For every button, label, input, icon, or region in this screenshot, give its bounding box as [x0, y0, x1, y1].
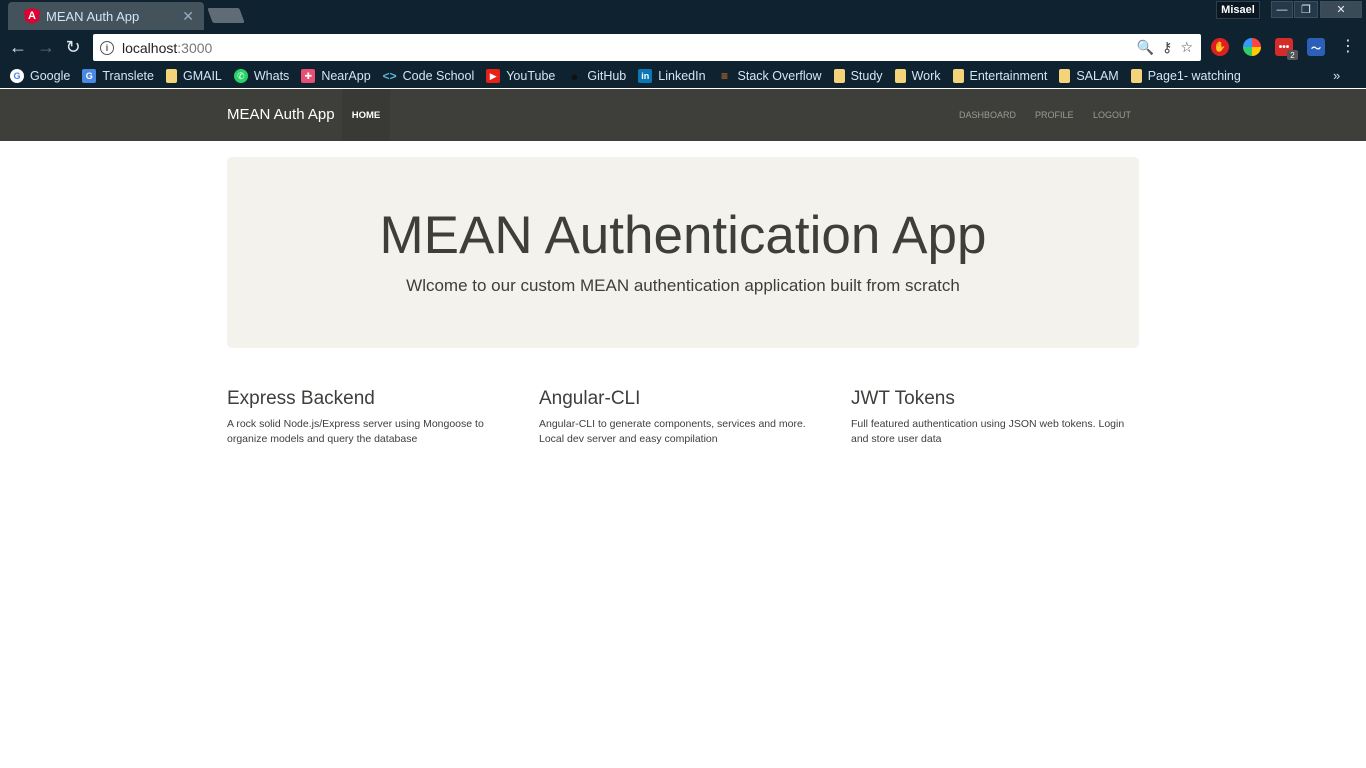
- feature-title: Express Backend: [227, 388, 375, 409]
- bookmark-code-school[interactable]: <> Code School: [383, 69, 475, 83]
- folder-icon: [894, 69, 906, 83]
- bookmark-label: Whats: [253, 69, 290, 83]
- info-icon[interactable]: i: [100, 40, 114, 55]
- bookmarks-overflow-icon[interactable]: »: [1333, 68, 1340, 83]
- browser-toolbar: ← → ↻ i localhost:3000 🔍 ⚷ ☆ ✋ ••• 2 〜 ⋮: [0, 30, 1366, 64]
- bookmark-label: LinkedIn: [658, 69, 706, 83]
- folder-icon: [165, 69, 177, 83]
- youtube-icon: ▶: [486, 69, 501, 83]
- navbar-brand[interactable]: MEAN Auth App: [227, 106, 335, 123]
- restore-icon[interactable]: ❐: [1294, 1, 1318, 18]
- folder-icon: [833, 69, 845, 83]
- feature-title: Angular-CLI: [539, 388, 641, 409]
- extension-badge: 2: [1287, 50, 1298, 60]
- bookmark-salam[interactable]: SALAM: [1059, 69, 1119, 83]
- translate-icon: G: [82, 69, 97, 83]
- folder-icon: [1130, 69, 1142, 83]
- feature-jwt-tokens: JWT Tokens Full featured authentication …: [851, 388, 1141, 447]
- bookmark-label: Google: [30, 69, 71, 83]
- tab-title: MEAN Auth App: [46, 8, 140, 24]
- bookmark-label: NearApp: [321, 69, 371, 83]
- bookmark-label: Page1- watching: [1147, 69, 1241, 83]
- browser-tab-active[interactable]: A MEAN Auth App ✕: [8, 2, 204, 30]
- page-title: MEAN Authentication App: [379, 206, 987, 265]
- bookmark-label: GMAIL: [182, 69, 222, 83]
- feature-text: Angular-CLI to generate components, serv…: [539, 418, 806, 445]
- bookmark-nearapp[interactable]: ✚ NearApp: [301, 69, 371, 83]
- angular-icon: A: [24, 8, 40, 24]
- github-icon: ●: [570, 68, 579, 84]
- close-tab-icon[interactable]: ✕: [182, 8, 194, 25]
- bookmark-google[interactable]: G Google: [10, 69, 70, 83]
- forward-arrow-icon[interactable]: →: [36, 37, 56, 57]
- bookmark-entertainment[interactable]: Entertainment: [952, 69, 1048, 83]
- key-icon[interactable]: ⚷: [1162, 39, 1172, 56]
- color-extension-icon[interactable]: [1243, 38, 1261, 56]
- address-bar[interactable]: i localhost:3000 🔍 ⚷ ☆: [93, 34, 1201, 61]
- folder-icon: [952, 69, 964, 83]
- bookmark-label: Translete: [102, 69, 154, 83]
- bookmark-linkedin[interactable]: in LinkedIn: [638, 69, 706, 83]
- bookmark-label: Work: [911, 69, 941, 83]
- bookmark-label: Code School: [402, 69, 475, 83]
- stackoverflow-icon: ≡: [721, 69, 729, 83]
- url-host: localhost: [122, 39, 178, 56]
- code-icon: <>: [382, 69, 397, 83]
- back-arrow-icon[interactable]: ←: [8, 37, 28, 57]
- browser-menu-icon[interactable]: ⋮: [1340, 38, 1356, 56]
- nav-profile-link[interactable]: PROFILE: [1035, 110, 1074, 120]
- bookmark-gmail[interactable]: GMAIL: [165, 69, 222, 83]
- bookmark-label: Entertainment: [969, 69, 1048, 83]
- bookmarks-bar: G Google G Translete GMAIL ✆ Whats ✚ NearApp…: [0, 64, 1366, 88]
- linkedin-icon: in: [638, 69, 653, 83]
- profile-button[interactable]: Misael: [1216, 1, 1260, 19]
- jumbotron: MEAN Authentication App Wlcome to our cu…: [227, 157, 1139, 348]
- feature-title: JWT Tokens: [851, 388, 955, 409]
- browser-titlebar: A MEAN Auth App ✕ Misael — ❐ ✕: [0, 0, 1366, 30]
- bookmark-label: SALAM: [1076, 69, 1119, 83]
- bookmark-label: YouTube: [506, 69, 556, 83]
- bookmark-whats[interactable]: ✆ Whats: [233, 69, 290, 83]
- feature-express-backend: Express Backend A rock solid Node.js/Exp…: [227, 388, 517, 447]
- whatsapp-icon: ✆: [233, 69, 248, 83]
- bookmark-translete[interactable]: G Translete: [82, 69, 154, 83]
- url-port: :3000: [177, 39, 213, 56]
- bookmark-github[interactable]: ● GitHub: [567, 68, 627, 84]
- feature-angular-cli: Angular-CLI Angular-CLI to generate comp…: [539, 388, 829, 447]
- feature-text: Full featured authentication using JSON …: [851, 418, 1125, 445]
- zoom-icon[interactable]: 🔍: [1137, 39, 1154, 56]
- nearapp-icon: ✚: [301, 69, 316, 83]
- nav-dashboard-link[interactable]: DASHBOARD: [959, 110, 1016, 120]
- bookmark-label: GitHub: [587, 69, 627, 83]
- bookmark-star-icon[interactable]: ☆: [1180, 39, 1193, 56]
- adblock-extension-icon[interactable]: ✋: [1211, 38, 1229, 56]
- nav-logout-link[interactable]: LOGOUT: [1093, 110, 1131, 120]
- app-navbar: MEAN Auth App HOME DASHBOARD PROFILE LOG…: [0, 89, 1366, 141]
- minimize-icon[interactable]: —: [1271, 1, 1293, 18]
- bookmark-work[interactable]: Work: [894, 69, 941, 83]
- bookmark-youtube[interactable]: ▶ YouTube: [486, 69, 555, 83]
- reload-icon[interactable]: ↻: [63, 37, 83, 57]
- google-icon: G: [10, 69, 24, 83]
- close-window-icon[interactable]: ✕: [1320, 1, 1362, 18]
- page-subtitle: Wlcome to our custom MEAN authentication…: [406, 276, 960, 295]
- bookmark-page1-watching[interactable]: Page1- watching: [1130, 69, 1241, 83]
- bookmark-label: Stack Overflow: [737, 69, 822, 83]
- folder-icon: [1059, 69, 1071, 83]
- feature-text: A rock solid Node.js/Express server usin…: [227, 418, 484, 445]
- nav-home-link[interactable]: HOME: [342, 89, 390, 141]
- omnibox-actions: 🔍 ⚷ ☆: [1137, 39, 1193, 56]
- chart-extension-icon[interactable]: 〜: [1307, 38, 1325, 56]
- bookmark-stack-overflow[interactable]: ≡ Stack Overflow: [718, 69, 822, 83]
- bookmark-study[interactable]: Study: [833, 69, 883, 83]
- bookmark-label: Study: [850, 69, 883, 83]
- new-tab-button[interactable]: [207, 8, 245, 23]
